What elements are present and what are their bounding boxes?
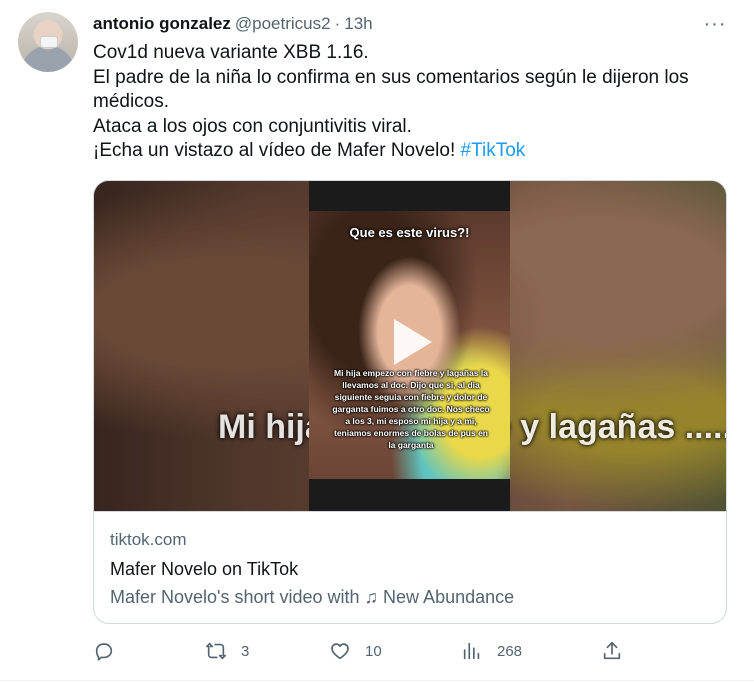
header-separator: · <box>334 14 341 33</box>
video-caption-top: Que es este virus?! <box>349 225 470 240</box>
tweet-line-4: ¡Echa un vistazo al vídeo de Mafer Novel… <box>93 139 733 164</box>
author-name[interactable]: antonio gonzalez <box>93 14 231 33</box>
card-title: Mafer Novelo on TikTok <box>110 559 299 579</box>
tweet-line-2: El padre de la niña lo confirma en sus c… <box>93 66 689 113</box>
views-chart-icon <box>463 642 480 660</box>
like-count: 10 <box>365 642 382 660</box>
card-description: Mafer Novelo's short video with ♫ New Ab… <box>110 587 515 607</box>
tweet-line-3: Ataca a los ojos con conjuntivitis viral… <box>93 115 412 137</box>
reply-button[interactable] <box>93 636 129 666</box>
author-handle[interactable]: @poetricus2 <box>235 14 331 33</box>
card-domain: tiktok.com <box>110 530 187 549</box>
tweet-text: Cov1d nueva variante XBB 1.16. El padre … <box>93 41 733 164</box>
card-info[interactable]: tiktok.com Mafer Novelo on TikTok Mafer … <box>94 511 726 623</box>
avatar-mask-detail <box>40 36 58 48</box>
share-icon <box>603 641 621 660</box>
link-card[interactable]: Mi hija ........ fiebre y lagañas ......… <box>93 180 727 624</box>
action-bar: 3 10 268 <box>93 636 733 666</box>
heart-icon <box>331 643 349 660</box>
video-caption-overlay: Mi hija empezo con fiebre y lagañas la l… <box>332 368 490 450</box>
views-count: 268 <box>497 642 523 660</box>
reply-icon <box>95 643 113 661</box>
more-options-icon[interactable]: ··· <box>700 13 730 35</box>
retweet-count: 3 <box>241 642 250 660</box>
views-button[interactable]: 268 <box>461 636 522 666</box>
retweet-icon <box>206 642 226 660</box>
tweet-line-1: Cov1d nueva variante XBB 1.16. <box>93 42 369 63</box>
video-thumbnail[interactable]: Mi hija ........ fiebre y lagañas ......… <box>94 181 726 511</box>
avatar[interactable] <box>18 12 78 72</box>
tweet-line-4-text: ¡Echa un vistazo al vídeo de Mafer Novel… <box>93 140 461 161</box>
retweet-button[interactable]: 3 <box>205 636 249 666</box>
like-button[interactable]: 10 <box>329 636 382 666</box>
tweet[interactable]: antonio gonzalez @poetricus2 · 13h ··· Cov1… <box>0 0 754 682</box>
tweet-header: antonio gonzalez @poetricus2 · 13h <box>93 13 373 35</box>
share-button[interactable] <box>601 636 623 666</box>
bottom-divider <box>0 680 754 681</box>
tweet-timestamp[interactable]: 13h <box>344 14 372 33</box>
hashtag-link[interactable]: #TikTok <box>461 140 526 161</box>
play-icon[interactable] <box>390 317 434 367</box>
